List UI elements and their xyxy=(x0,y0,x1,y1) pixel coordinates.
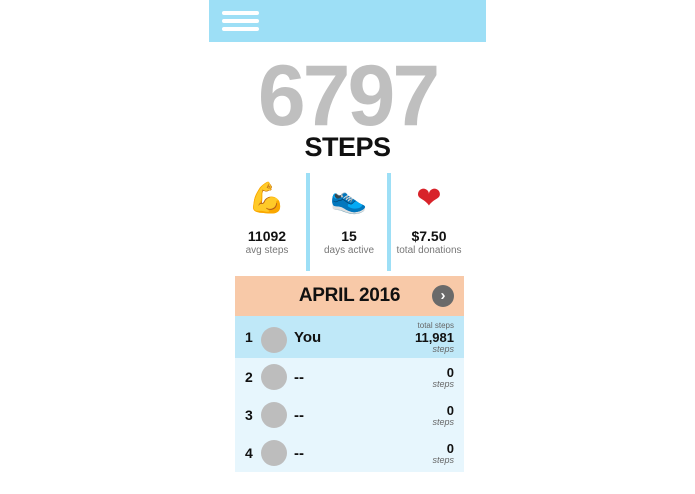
leaderboard-row[interactable]: 4 -- 0 steps xyxy=(235,434,464,472)
leaderboard-row[interactable]: 2 -- 0 steps xyxy=(235,358,464,396)
chevron-right-icon[interactable]: › xyxy=(432,285,454,307)
step-count: 6797 xyxy=(257,48,440,144)
step-unit: steps xyxy=(432,454,454,465)
avatar xyxy=(261,440,287,466)
leaderboard-row-self[interactable]: 1 You total steps 11,981 steps xyxy=(235,316,464,358)
step-unit: steps xyxy=(432,378,454,389)
rank: 4 xyxy=(245,445,253,461)
flexed-biceps-icon: 💪 xyxy=(248,181,286,216)
stat-value: 15 xyxy=(341,228,357,244)
step-number: 0 xyxy=(446,364,454,380)
participant-name: -- xyxy=(294,406,304,424)
avatar xyxy=(261,327,287,353)
step-label: STEPS xyxy=(304,132,391,162)
leaderboard: 1 You total steps 11,981 steps 2 -- 0 st… xyxy=(235,316,464,472)
stat-total-donations: ❤ $7.50 total donations xyxy=(384,178,474,258)
stat-avg-steps: 💪 11092 avg steps xyxy=(222,178,312,258)
avatar xyxy=(261,364,287,390)
month-title: APRIL 2016 xyxy=(298,285,401,306)
red-heart-icon: ❤ xyxy=(416,181,442,216)
step-unit: steps xyxy=(432,343,454,354)
total-steps-header: total steps xyxy=(417,320,454,330)
rank: 3 xyxy=(245,407,253,423)
sneaker-icon: 👟 xyxy=(330,181,368,216)
participant-name: You xyxy=(294,328,322,346)
avatar xyxy=(261,402,287,428)
step-unit: steps xyxy=(432,416,454,427)
stat-days-active: 👟 15 days active xyxy=(304,178,394,258)
stat-value: 11092 xyxy=(247,228,287,244)
stat-caption: days active xyxy=(323,245,375,256)
top-bar xyxy=(209,0,486,42)
step-number: 11,981 xyxy=(414,329,454,345)
hamburger-menu-icon[interactable] xyxy=(222,11,259,32)
participant-name: -- xyxy=(294,444,304,462)
rank: 2 xyxy=(245,369,253,385)
stat-caption: total donations xyxy=(396,245,462,256)
step-total: 0 steps xyxy=(432,434,454,472)
step-total: 0 steps xyxy=(432,358,454,396)
app-screen: 6797 STEPS 💪 11092 avg steps 👟 15 days a… xyxy=(209,0,486,494)
stat-caption: avg steps xyxy=(245,245,289,256)
step-total: 0 steps xyxy=(432,396,454,434)
participant-name: -- xyxy=(294,368,304,386)
month-header: APRIL 2016 › xyxy=(235,276,464,316)
step-number: 0 xyxy=(446,402,454,418)
stat-value: $7.50 xyxy=(411,228,447,244)
leaderboard-row[interactable]: 3 -- 0 steps xyxy=(235,396,464,434)
step-number: 0 xyxy=(446,440,454,456)
step-total: total steps 11,981 steps xyxy=(415,316,454,358)
rank: 1 xyxy=(245,329,253,345)
